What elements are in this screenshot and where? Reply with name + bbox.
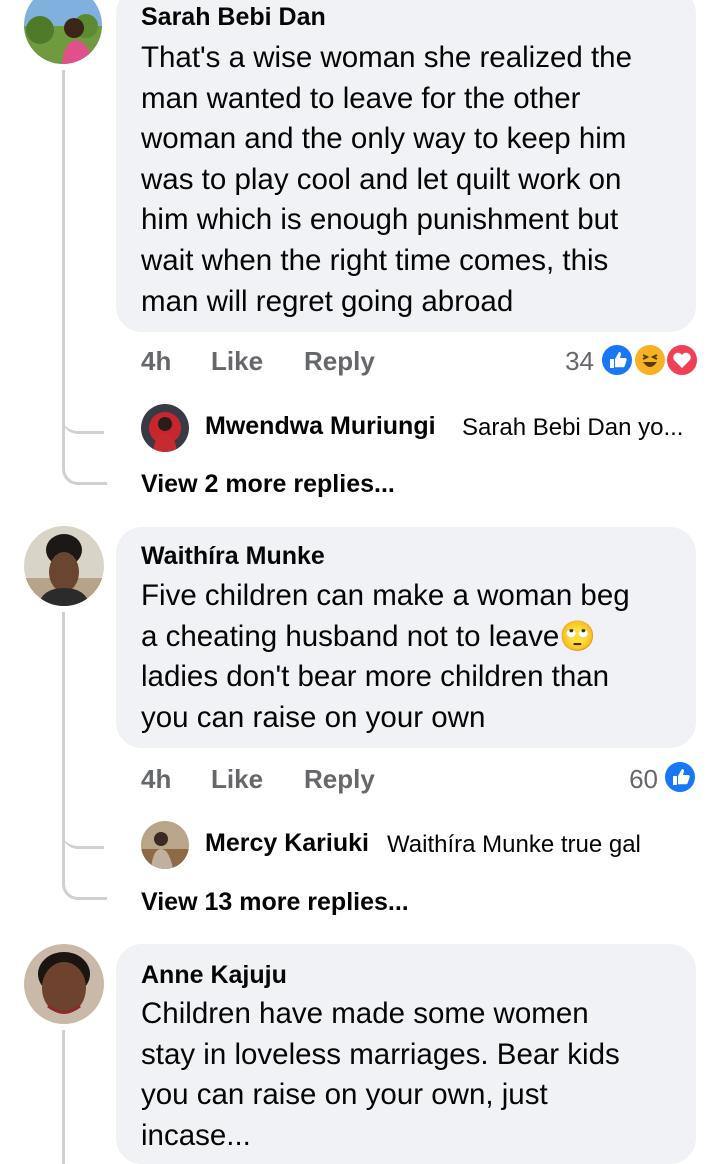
thread-line — [62, 1030, 65, 1164]
reply-text: Sarah Bebi Dan yo... — [462, 414, 684, 441]
like-icon — [600, 343, 634, 377]
avatar-image — [24, 944, 104, 1024]
avatar[interactable] — [24, 526, 104, 606]
comment-text: Children have made some women stay in lo… — [141, 997, 620, 1152]
reply-button[interactable]: Reply — [304, 346, 375, 377]
thread-connector — [62, 380, 104, 434]
avatar[interactable] — [141, 404, 189, 452]
reaction-count[interactable]: 34 — [540, 346, 594, 377]
comment-bubble[interactable]: Waithíra Munke Five children can make a … — [116, 527, 696, 748]
thread-connector — [62, 430, 107, 485]
reaction-count[interactable]: 60 — [606, 764, 658, 795]
like-button[interactable]: Like — [211, 764, 263, 795]
comment-bubble[interactable]: Anne Kajuju Children have made some wome… — [116, 944, 696, 1164]
avatar-image — [24, 0, 102, 64]
avatar[interactable] — [141, 821, 189, 869]
avatar[interactable] — [24, 944, 104, 1024]
view-more-replies[interactable]: View 13 more replies... — [141, 888, 409, 917]
avatar-image — [141, 404, 189, 452]
comment-time: 4h — [141, 764, 172, 794]
view-more-replies[interactable]: View 2 more replies... — [141, 470, 395, 499]
avatar-image — [141, 821, 189, 869]
reply-button[interactable]: Reply — [304, 764, 375, 795]
reply-author[interactable]: Mwendwa Muriungi — [205, 412, 436, 441]
avatar-image — [24, 526, 104, 606]
comment-text: That's a wise woman she realized the man… — [141, 41, 632, 318]
comment-text: Five children can make a woman beg a che… — [141, 579, 630, 734]
thread-line — [62, 70, 65, 430]
comment-author[interactable]: Sarah Bebi Dan — [141, 2, 696, 32]
love-icon — [665, 343, 699, 377]
comment-time: 4h — [141, 346, 172, 376]
like-button[interactable]: Like — [211, 346, 263, 377]
haha-icon — [633, 343, 667, 377]
thread-connector — [62, 845, 107, 900]
comment-bubble[interactable]: Sarah Bebi Dan That's a wise woman she r… — [116, 0, 696, 332]
comment-author[interactable]: Waithíra Munke — [141, 541, 696, 571]
avatar[interactable] — [24, 0, 102, 64]
reply-text: Waithíra Munke true gal — [387, 831, 641, 858]
thread-connector — [62, 795, 104, 849]
like-icon — [663, 760, 697, 794]
reply-author[interactable]: Mercy Kariuki — [205, 829, 369, 858]
comment-author[interactable]: Anne Kajuju — [141, 960, 696, 990]
